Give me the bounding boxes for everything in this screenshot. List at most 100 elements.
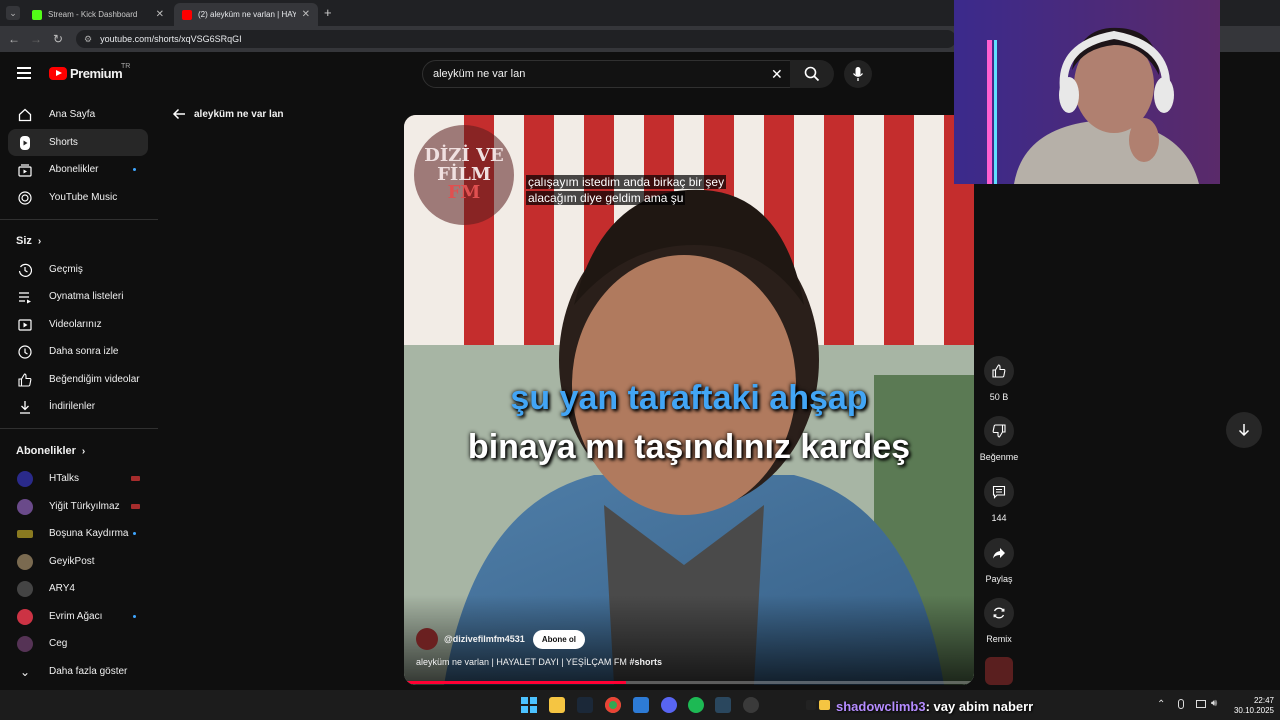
back-arrow-icon[interactable]: ← — [6, 31, 22, 47]
channel-watermark: DİZİ VE FİLM FM — [414, 125, 514, 225]
shorts-back-link[interactable]: aleyküm ne var lan — [172, 108, 284, 120]
sidebar-item-label: Oynatma listeleri — [49, 291, 124, 302]
microphone-tray-icon[interactable] — [1178, 699, 1184, 709]
like-button[interactable]: 50 B — [979, 356, 1019, 402]
chat-badge-icon — [806, 700, 816, 710]
clock-time: 22:47 — [1253, 696, 1274, 705]
subtitle-line-2: binaya mı taşındınız kardeş — [467, 428, 911, 466]
sidebar-section-subscriptions[interactable]: Abonelikler › — [16, 445, 85, 457]
tray-overflow-icon[interactable]: ⌃ — [1157, 699, 1165, 710]
clock-date: 30.10.2025 — [1233, 706, 1274, 715]
watch-later-icon — [17, 344, 33, 360]
stream-chat-message: shadowclimb3: vay abim naberr — [836, 699, 1033, 714]
share-button[interactable]: Paylaş — [979, 538, 1019, 584]
search-icon — [804, 66, 820, 82]
file-explorer-icon[interactable] — [549, 697, 565, 713]
sidebar-show-more[interactable]: ⌄ Daha fazla göster — [8, 658, 148, 685]
address-bar[interactable]: ⚙ youtube.com/shorts/xqVSG6SRqGI — [76, 30, 956, 48]
sidebar-section-you[interactable]: Siz › — [16, 235, 41, 247]
search-input-value: aleyküm ne var lan — [433, 68, 526, 80]
shorts-icon — [17, 135, 33, 151]
close-tab-icon[interactable]: ✕ — [156, 9, 164, 20]
system-clock[interactable]: 22:47 30.10.2025 — [1230, 696, 1274, 716]
home-icon — [17, 107, 33, 123]
search-input[interactable]: aleyküm ne var lan — [422, 60, 794, 88]
sidebar-item-downloads[interactable]: İndirilenler — [8, 393, 148, 420]
chrome-icon[interactable] — [605, 697, 621, 713]
photos-icon[interactable] — [633, 697, 649, 713]
chevron-down-icon: ⌄ — [19, 664, 31, 679]
channel-avatar[interactable] — [416, 628, 438, 650]
your-videos-icon — [17, 317, 33, 333]
menu-hamburger-icon[interactable] — [17, 67, 31, 79]
network-icon[interactable] — [1196, 700, 1206, 708]
sidebar-item-watch-later[interactable]: Daha sonra izle — [8, 338, 148, 365]
sidebar-sub-channel[interactable]: Boşuna Kaydırma — [8, 520, 148, 547]
section-heading: Abonelikler — [16, 445, 76, 457]
sidebar-item-label: Geçmiş — [49, 264, 83, 275]
new-content-dot — [133, 615, 136, 618]
sidebar-item-subscriptions[interactable]: Abonelikler — [8, 156, 148, 183]
downloads-icon — [17, 399, 33, 415]
watermark-text: DİZİ VE — [424, 144, 504, 166]
sidebar-item-playlists[interactable]: Oynatma listeleri — [8, 283, 148, 310]
live-indicator-icon — [131, 476, 140, 481]
new-tab-button[interactable]: + — [324, 5, 332, 20]
comments-button[interactable]: 144 — [979, 477, 1019, 523]
tab-search-chevron-icon[interactable]: ⌄ — [6, 6, 20, 20]
sidebar-sub-channel[interactable]: ARY4 — [8, 575, 148, 602]
clear-search-icon[interactable]: ✕ — [771, 66, 783, 83]
tab-title: (2) aleyküm ne varlan | HAYALET — [198, 10, 296, 19]
subscribe-button[interactable]: Abone ol — [532, 629, 586, 649]
next-video-button[interactable] — [1226, 412, 1262, 448]
browser-tab-kick[interactable]: Stream - Kick Dashboard ✕ — [24, 3, 172, 26]
volume-icon[interactable]: 🔊︎ — [1211, 698, 1217, 709]
new-content-dot — [133, 168, 136, 171]
obs-icon[interactable] — [743, 697, 759, 713]
sidebar-sub-channel[interactable]: Ceg — [8, 630, 148, 657]
video-description[interactable]: aleyküm ne varlan | HAYALET DAYI | YEŞİL… — [416, 657, 662, 667]
sidebar-item-youtube-music[interactable]: YouTube Music — [8, 184, 148, 211]
microphone-icon — [852, 67, 864, 81]
dislike-button[interactable]: Beğenme — [979, 416, 1019, 462]
progress-track[interactable] — [404, 681, 974, 684]
site-info-icon[interactable]: ⚙ — [84, 34, 92, 45]
url-text: youtube.com/shorts/xqVSG6SRqGI — [100, 34, 242, 44]
channel-avatar — [17, 553, 33, 570]
discord-icon[interactable] — [661, 697, 677, 713]
forward-arrow-icon[interactable]: → — [28, 31, 44, 47]
voice-search-button[interactable] — [844, 60, 872, 88]
thumbs-up-icon — [992, 364, 1006, 378]
sidebar-item-liked-videos[interactable]: Beğendiğim videolar — [8, 366, 148, 393]
shorts-video-player[interactable]: DİZİ VE FİLM FM çalışayım istedim anda b… — [404, 115, 974, 685]
remix-label: Remix — [986, 634, 1012, 644]
channel-handle[interactable]: @dizivefilmfm4531 — [444, 634, 525, 644]
sidebar-sub-channel[interactable]: Yiğit Türkyılmaz — [8, 493, 148, 520]
reload-icon[interactable]: ↻ — [50, 31, 66, 47]
steam-app-icon[interactable] — [715, 697, 731, 713]
sidebar-item-home[interactable]: Ana Sayfa — [8, 101, 148, 128]
sidebar-item-label: İndirilenler — [49, 401, 96, 412]
spotify-icon[interactable] — [688, 697, 704, 713]
channel-name: Evrim Ağacı — [49, 611, 103, 622]
windows-start-icon[interactable] — [521, 697, 537, 713]
sidebar-sub-channel[interactable]: GeyikPost — [8, 548, 148, 575]
sound-thumbnail[interactable] — [985, 657, 1013, 685]
sidebar-item-your-videos[interactable]: Videolarınız — [8, 311, 148, 338]
hashtag-link[interactable]: #shorts — [629, 657, 662, 667]
sidebar-sub-channel[interactable]: Evrim Ağacı — [8, 603, 148, 630]
back-title: aleyküm ne var lan — [194, 108, 284, 120]
browser-tab-youtube[interactable]: (2) aleyküm ne varlan | HAYALET ✕ — [174, 3, 318, 26]
steam-icon[interactable] — [577, 697, 593, 713]
youtube-logo-icon[interactable] — [49, 67, 67, 80]
sidebar-item-shorts[interactable]: Shorts — [8, 129, 148, 156]
playlists-icon — [17, 289, 33, 305]
share-icon — [993, 548, 1005, 559]
search-button[interactable] — [790, 60, 834, 88]
subscriber-badge-icon — [819, 700, 830, 710]
remix-button[interactable]: Remix — [979, 598, 1019, 644]
close-tab-icon[interactable]: ✕ — [302, 9, 310, 20]
sidebar-item-history[interactable]: Geçmiş — [8, 256, 148, 283]
sidebar-sub-channel[interactable]: HTalks — [8, 465, 148, 492]
brand-premium-text[interactable]: Premium — [70, 66, 123, 81]
